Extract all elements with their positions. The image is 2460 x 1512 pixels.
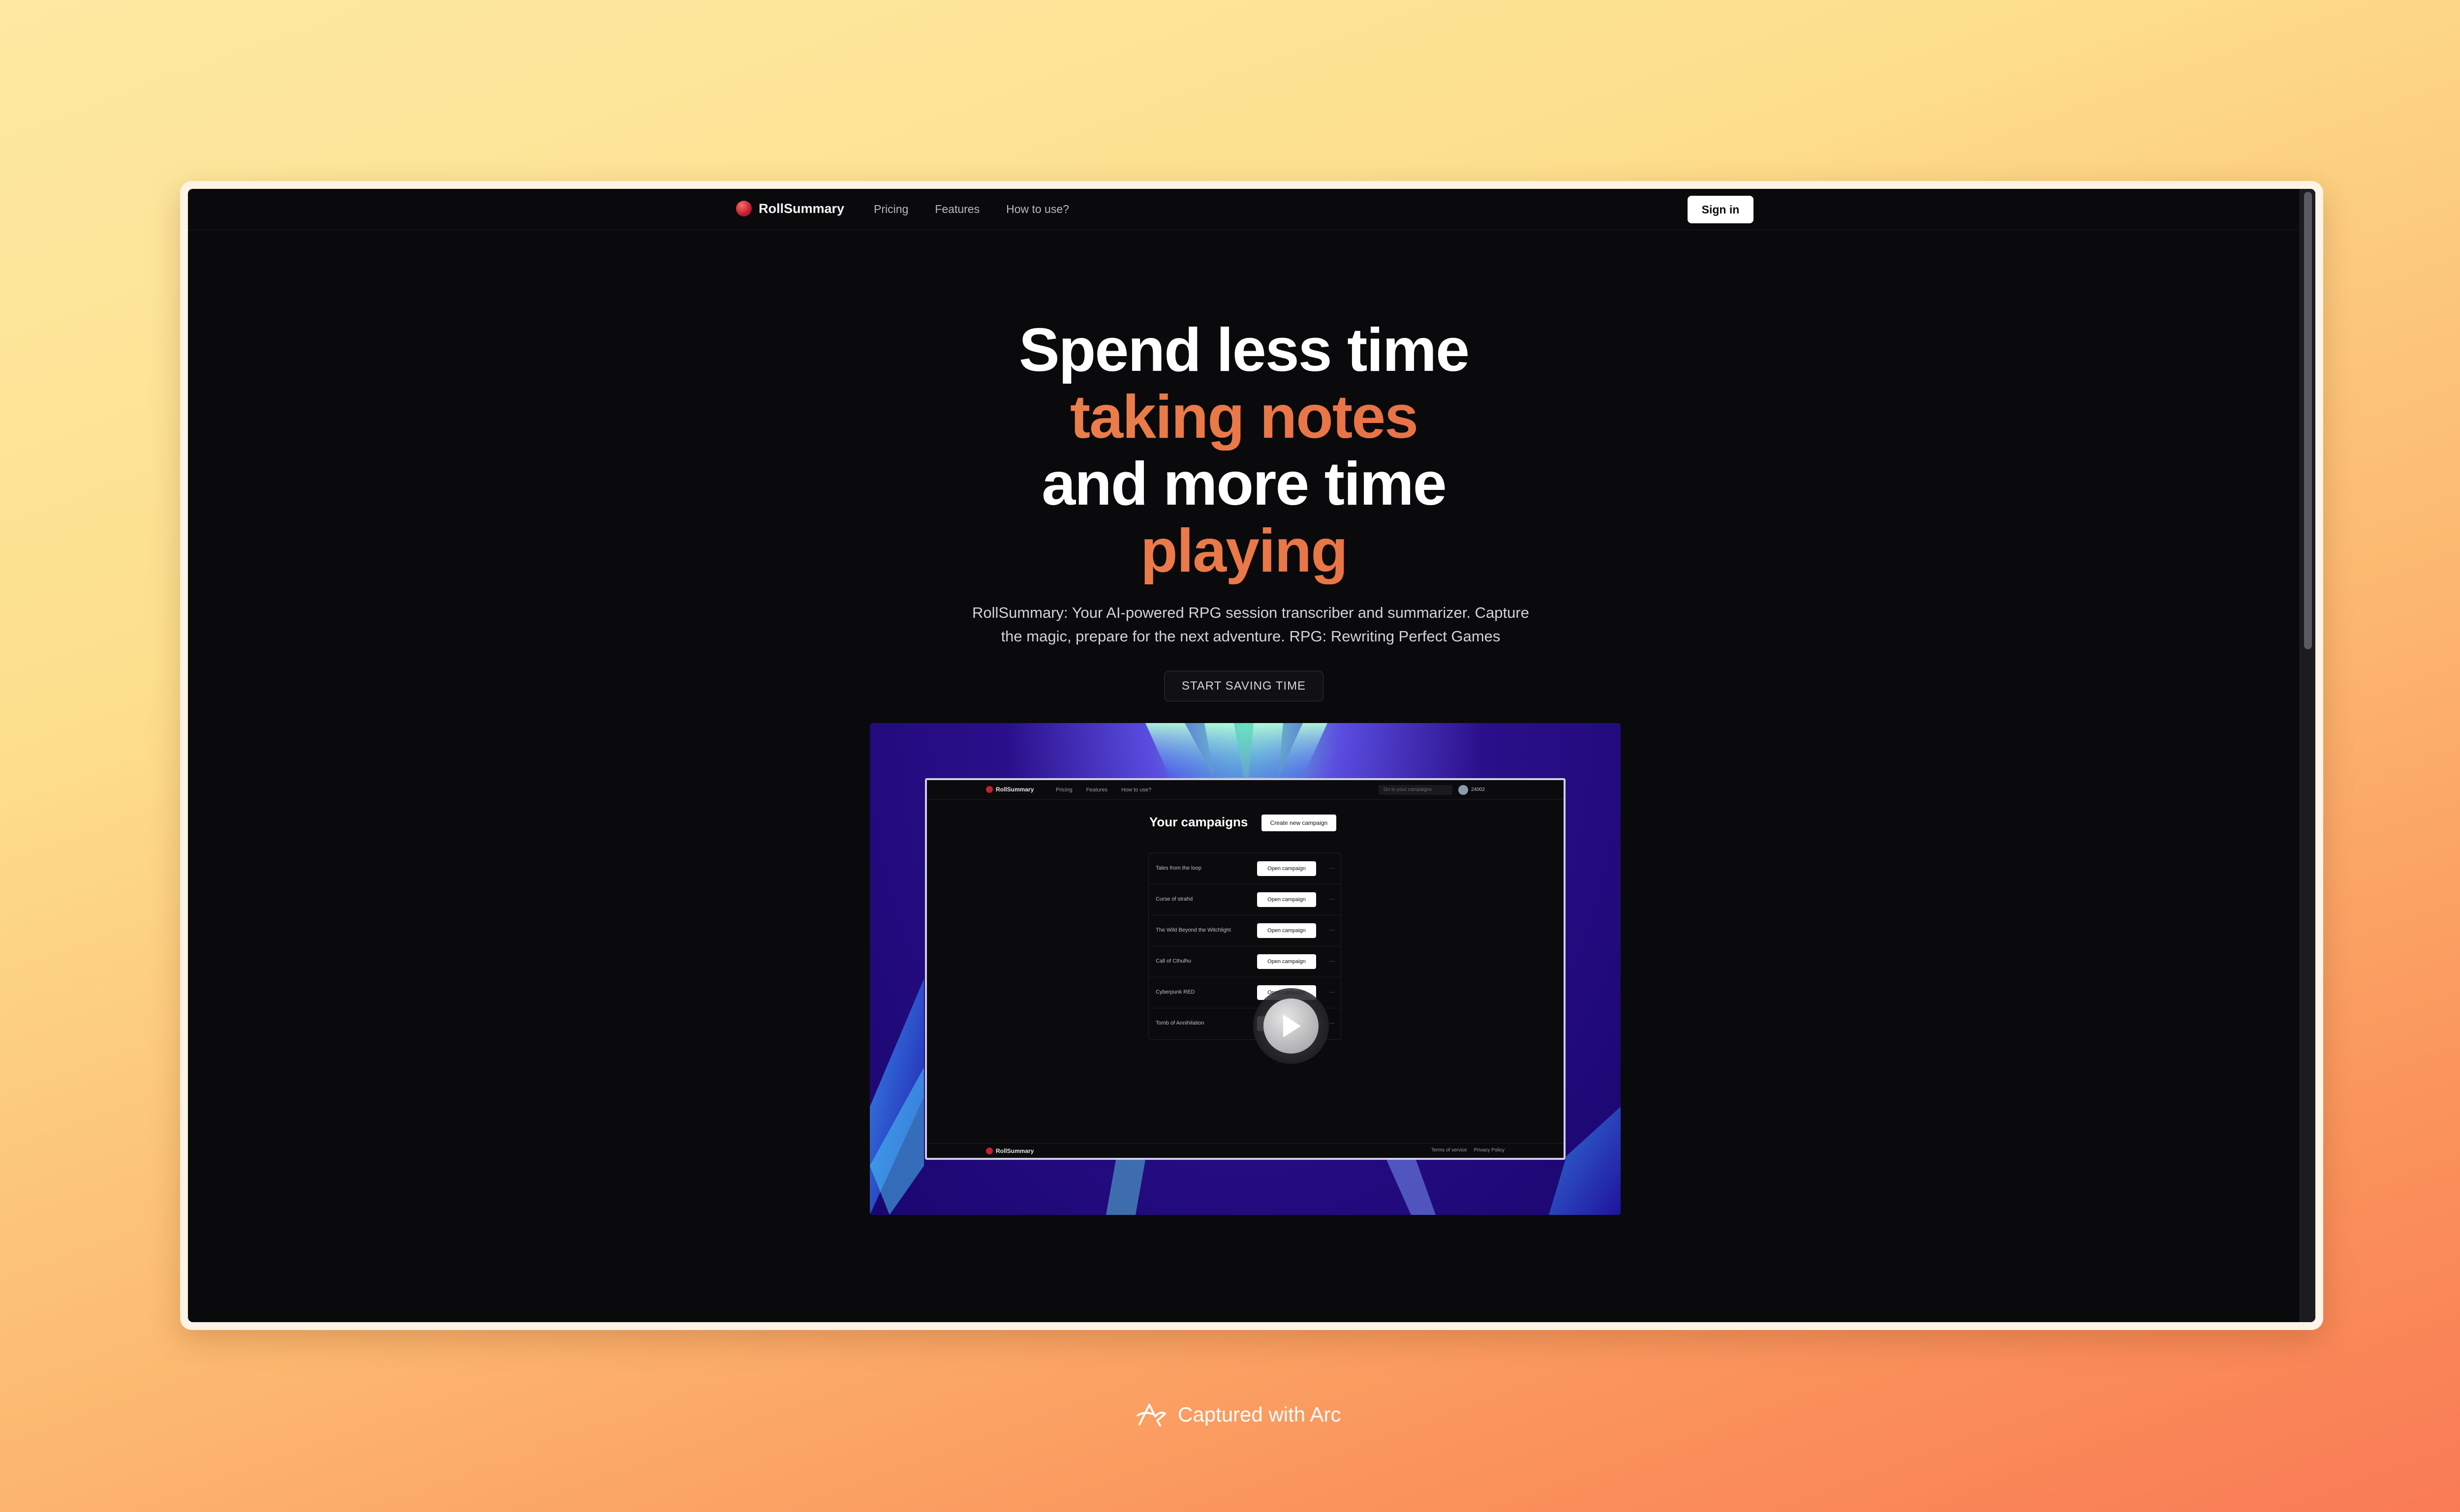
play-button[interactable]	[1253, 988, 1329, 1064]
dice-logo-icon	[736, 201, 752, 216]
campaign-name: The Wild Beyond the Witchlight	[1156, 927, 1231, 933]
hero-heading: Spend less time taking notes and more ti…	[188, 317, 2300, 584]
brand-name: RollSummary	[759, 201, 845, 216]
hero-line-1: Spend less time	[1018, 316, 1470, 384]
preview-terms-link: Terms of service	[1431, 1148, 1467, 1153]
campaign-name: Call of Cthulhu	[1156, 958, 1192, 964]
open-campaign-button: Open campaign	[1257, 954, 1316, 969]
open-campaign-button: Open campaign	[1257, 923, 1316, 938]
preview-nav-how-to-use: How to use?	[1121, 787, 1152, 793]
preview-brand: RollSummary	[986, 786, 1034, 793]
hero-line-3: and more time	[1042, 450, 1447, 518]
preview-avatar	[1458, 785, 1468, 795]
campaign-name: Tomb of Annihilation	[1156, 1020, 1204, 1026]
arc-caption-text: Captured with Arc	[1178, 1403, 1341, 1426]
more-icon: …	[1329, 863, 1335, 870]
list-item: Tales from the loop Open campaign …	[1149, 853, 1341, 884]
play-icon	[1283, 1015, 1301, 1037]
vertical-scrollbar[interactable]	[2300, 189, 2315, 1322]
campaign-name: Cyberpunk RED	[1156, 989, 1195, 995]
arc-logo-icon	[1137, 1404, 1166, 1426]
play-icon-disc	[1263, 998, 1319, 1054]
demo-video[interactable]: RollSummary Pricing Features How to use?…	[870, 723, 1621, 1215]
top-nav: RollSummary Pricing Features How to use?…	[188, 189, 2300, 230]
hero-subtitle-line-2: the magic, prepare for the next adventur…	[1001, 628, 1501, 645]
browser-window: RollSummary Pricing Features How to use?…	[188, 189, 2315, 1322]
preview-nav: RollSummary Pricing Features How to use?…	[927, 780, 1564, 800]
more-icon: …	[1329, 925, 1335, 932]
preview-nav-pricing: Pricing	[1056, 787, 1073, 793]
nav-link-pricing[interactable]: Pricing	[874, 203, 908, 216]
preview-create-button: Create new campaign	[1261, 815, 1336, 831]
more-icon: …	[1329, 956, 1335, 963]
start-saving-time-button[interactable]: START SAVING TIME	[1164, 671, 1323, 701]
list-item: Call of Cthulhu Open campaign …	[1149, 946, 1341, 977]
brand-logo-link[interactable]: RollSummary	[736, 201, 844, 216]
list-item: Curse of strahd Open campaign …	[1149, 884, 1341, 915]
app-screenshot: RollSummary Pricing Features How to use?…	[925, 778, 1566, 1160]
browser-frame: RollSummary Pricing Features How to use?…	[180, 181, 2323, 1330]
hero-subtitle-line-1: RollSummary: Your AI-powered RPG session…	[972, 604, 1529, 621]
nav-links: Pricing Features How to use?	[874, 203, 1069, 216]
preview-footer-brand: RollSummary	[986, 1148, 1034, 1154]
nav-link-how-to-use[interactable]: How to use?	[1006, 203, 1069, 216]
preview-footer: RollSummary Terms of service Privacy Pol…	[927, 1143, 1564, 1158]
preview-brand-name: RollSummary	[996, 786, 1034, 793]
preview-footer-links: Terms of service Privacy Policy	[1431, 1148, 1505, 1153]
preview-footer-brand-name: RollSummary	[996, 1148, 1034, 1154]
arc-caption: Captured with Arc	[1135, 1401, 1341, 1428]
hero-line-4: playing	[188, 517, 2300, 584]
campaign-name: Curse of strahd	[1156, 896, 1193, 902]
more-icon: …	[1329, 1018, 1335, 1025]
preview-search: Go to your campaigns	[1379, 785, 1452, 795]
campaign-name: Tales from the loop	[1156, 865, 1201, 871]
open-campaign-button: Open campaign	[1257, 892, 1316, 907]
sign-in-button[interactable]: Sign in	[1688, 196, 1753, 223]
preview-footer-dice-icon	[986, 1148, 993, 1154]
nav-link-features[interactable]: Features	[935, 203, 980, 216]
preview-privacy-link: Privacy Policy	[1474, 1148, 1505, 1153]
preview-dice-icon	[986, 786, 993, 793]
preview-nav-links: Pricing Features How to use?	[1056, 787, 1151, 793]
scrollbar-thumb[interactable]	[2304, 192, 2312, 649]
preview-credits: 24002	[1471, 787, 1485, 792]
list-item: The Wild Beyond the Witchlight Open camp…	[1149, 915, 1341, 946]
preview-nav-features: Features	[1086, 787, 1108, 793]
hero-line-2: taking notes	[188, 384, 2300, 451]
preview-title: Your campaigns	[1149, 815, 1248, 829]
hero-subtitle: RollSummary: Your AI-powered RPG session…	[955, 601, 1546, 648]
open-campaign-button: Open campaign	[1257, 861, 1316, 876]
more-icon: …	[1329, 987, 1335, 994]
more-icon: …	[1329, 894, 1335, 901]
